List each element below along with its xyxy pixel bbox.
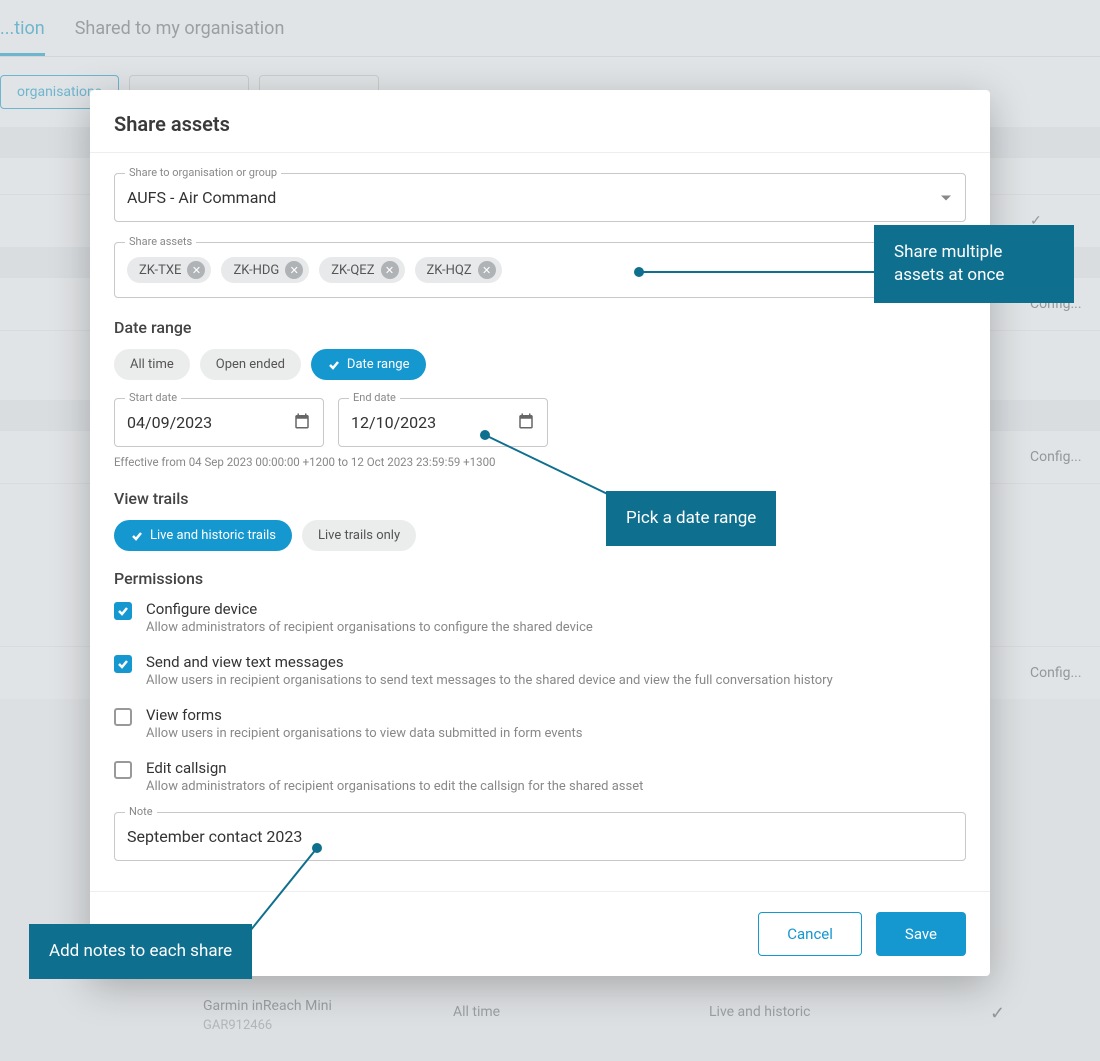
callout-share-multiple: Share multiple assets at once: [874, 225, 1074, 303]
end-date-input[interactable]: End date 12/10/2023: [338, 398, 548, 447]
permission-title: Configure device: [146, 600, 593, 618]
permission-title: Edit callsign: [146, 759, 643, 777]
asset-chip: ZK-TXE ✕: [127, 257, 211, 283]
callout-dot: [634, 267, 644, 277]
start-date-label: Start date: [125, 391, 181, 404]
chevron-down-icon: [941, 195, 951, 200]
callout-dot: [312, 843, 322, 853]
calendar-icon[interactable]: [517, 412, 535, 434]
asset-chip: ZK-QEZ ✕: [319, 257, 404, 283]
permission-checkbox-configure[interactable]: [114, 602, 132, 620]
effective-range-text: Effective from 04 Sep 2023 00:00:00 +120…: [114, 455, 966, 469]
permissions-title: Permissions: [114, 569, 966, 588]
note-field[interactable]: Note September contact 2023: [114, 812, 966, 861]
pill-live-only[interactable]: Live trails only: [302, 520, 416, 551]
callout-date-range: Pick a date range: [606, 491, 776, 546]
start-date-input[interactable]: Start date 04/09/2023: [114, 398, 324, 447]
permission-desc: Allow users in recipient organisations t…: [146, 673, 833, 688]
date-range-pills: All time Open ended Date range: [114, 349, 966, 380]
permission-checkbox-forms[interactable]: [114, 708, 132, 726]
permission-checkbox-messages[interactable]: [114, 655, 132, 673]
share-to-label: Share to organisation or group: [125, 166, 281, 179]
permission-row-configure: Configure device Allow administrators of …: [114, 600, 966, 635]
check-icon: [130, 529, 144, 543]
close-icon[interactable]: ✕: [285, 261, 303, 279]
share-assets-label: Share assets: [125, 235, 196, 248]
date-range-title: Date range: [114, 318, 966, 337]
end-date-label: End date: [349, 391, 400, 404]
permission-row-forms: View forms Allow users in recipient organ…: [114, 706, 966, 741]
check-icon: [327, 358, 341, 372]
callout-dot: [480, 430, 490, 440]
pill-live-historic[interactable]: Live and historic trails: [114, 520, 292, 551]
share-assets-modal: Share assets Share to organisation or gr…: [90, 90, 990, 976]
asset-chip: ZK-HQZ ✕: [415, 257, 502, 283]
share-assets-field[interactable]: Share assets ZK-TXE✕ZK-HDG✕ZK-QEZ✕ZK-HQZ…: [114, 242, 966, 298]
view-trails-title: View trails: [114, 489, 966, 508]
asset-chip-label: ZK-QEZ: [331, 263, 374, 278]
modal-header: Share assets: [90, 90, 990, 153]
pill-open-ended[interactable]: Open ended: [200, 349, 301, 380]
permission-desc: Allow administrators of recipient organi…: [146, 620, 593, 635]
pill-all-time[interactable]: All time: [114, 349, 190, 380]
end-date-value: 12/10/2023: [351, 413, 436, 432]
permission-checkbox-callsign[interactable]: [114, 761, 132, 779]
permission-row-messages: Send and view text messages Allow users i…: [114, 653, 966, 688]
close-icon[interactable]: ✕: [478, 261, 496, 279]
permission-title: View forms: [146, 706, 583, 724]
permission-row-callsign: Edit callsign Allow administrators of rec…: [114, 759, 966, 794]
permission-desc: Allow users in recipient organisations t…: [146, 726, 583, 741]
asset-chip-label: ZK-HQZ: [427, 263, 472, 278]
view-trails-pills: Live and historic trails Live trails onl…: [114, 520, 966, 551]
permission-title: Send and view text messages: [146, 653, 833, 671]
cancel-button[interactable]: Cancel: [758, 912, 862, 956]
calendar-icon[interactable]: [293, 412, 311, 434]
share-to-select[interactable]: Share to organisation or group AUFS - Ai…: [114, 173, 966, 222]
save-button[interactable]: Save: [876, 912, 966, 956]
asset-chip-label: ZK-TXE: [139, 263, 181, 278]
close-icon[interactable]: ✕: [381, 261, 399, 279]
modal-title: Share assets: [114, 112, 966, 136]
pill-date-range[interactable]: Date range: [311, 349, 426, 380]
note-label: Note: [125, 805, 157, 818]
note-value: September contact 2023: [127, 827, 302, 846]
permission-desc: Allow administrators of recipient organi…: [146, 779, 643, 794]
share-to-value: AUFS - Air Command: [127, 188, 276, 207]
asset-chip: ZK-HDG ✕: [221, 257, 309, 283]
asset-chip-label: ZK-HDG: [233, 263, 279, 278]
close-icon[interactable]: ✕: [187, 261, 205, 279]
start-date-value: 04/09/2023: [127, 413, 212, 432]
callout-add-notes: Add notes to each share: [29, 924, 252, 979]
